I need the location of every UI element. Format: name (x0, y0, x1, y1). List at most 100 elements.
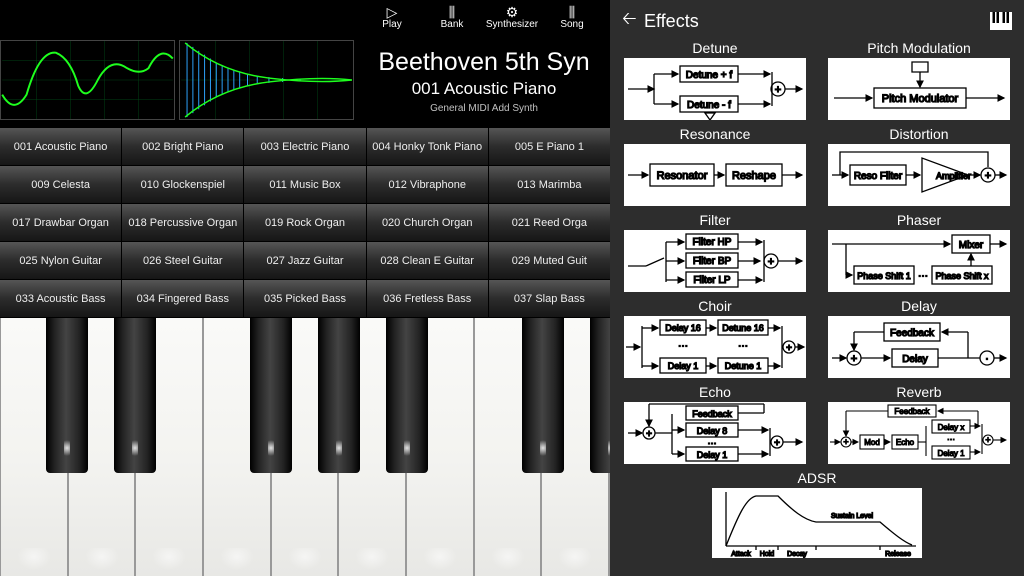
instrument-cell[interactable]: 033 Acoustic Bass (0, 280, 121, 317)
svg-text:Filter LP: Filter LP (693, 275, 731, 286)
svg-text:Amplifier: Amplifier (936, 171, 971, 181)
fx-adsr[interactable]: ADSR Attack Hold Decay Sustain Level Rel… (622, 470, 1012, 558)
fx-resonance[interactable]: Resonance Resonator Reshape (622, 126, 808, 206)
fx-pitch-modulation[interactable]: Pitch Modulation Pitch Modulator (826, 40, 1012, 120)
reverb-diagram-icon: + Mod Echo Delay x ⋯ Delay 1 + (828, 402, 1010, 464)
envelope-scope[interactable] (179, 40, 354, 120)
resonance-diagram-icon: Resonator Reshape (624, 144, 806, 206)
instrument-cell[interactable]: 035 Picked Bass (244, 280, 365, 317)
instrument-cell[interactable]: 010 Glockenspiel (122, 166, 243, 203)
svg-text:Delay 16: Delay 16 (665, 323, 701, 333)
svg-text:⋯: ⋯ (947, 435, 955, 444)
svg-text:Hold: Hold (760, 551, 775, 558)
instrument-cell[interactable]: 017 Drawbar Organ (0, 204, 121, 241)
piano-keyboard[interactable] (0, 318, 610, 576)
fx-filter[interactable]: Filter Filter HP Filter BP Filter LP (622, 212, 808, 292)
song-info: Beethoven 5th Syn 001 Acoustic Piano Gen… (358, 40, 610, 122)
instrument-cell[interactable]: 036 Fretless Bass (367, 280, 488, 317)
song-button[interactable]: ⫼ Song (542, 0, 602, 34)
fx-distortion[interactable]: Distortion Reso Filter Amplifier + (826, 126, 1012, 206)
svg-text:Attack: Attack (731, 551, 751, 558)
distortion-diagram-icon: Reso Filter Amplifier + (828, 144, 1010, 206)
black-key[interactable] (522, 318, 564, 473)
svg-text:Delay 8: Delay 8 (697, 426, 728, 436)
bank-icon: ⫼ (449, 5, 455, 19)
back-button[interactable]: 🡠 (622, 6, 644, 36)
effects-grid: Detune Detune + f Detune - f + (622, 40, 1012, 558)
svg-text:Feedback: Feedback (890, 328, 935, 339)
svg-text:Detune - f: Detune - f (687, 100, 731, 111)
black-key[interactable] (114, 318, 156, 473)
instrument-cell[interactable]: 003 Electric Piano (244, 128, 365, 165)
instrument-cell[interactable]: 002 Bright Piano (122, 128, 243, 165)
svg-text:+: + (775, 84, 781, 96)
piano-icon[interactable] (990, 12, 1012, 30)
song-title: Beethoven 5th Syn (378, 48, 589, 77)
fx-phaser[interactable]: Phaser Mixer Phase Shift 1 ⋯ Phase Shift… (826, 212, 1012, 292)
svg-text:Resonator: Resonator (657, 170, 708, 182)
bank-label: Bank (441, 19, 464, 30)
svg-text:Delay 1: Delay 1 (668, 361, 699, 371)
instrument-cell[interactable]: 034 Fingered Bass (122, 280, 243, 317)
waveform-scope[interactable] (0, 40, 175, 120)
fx-detune[interactable]: Detune Detune + f Detune - f + (622, 40, 808, 120)
svg-text:Detune 16: Detune 16 (722, 323, 764, 333)
svg-text:Sustain Level: Sustain Level (831, 513, 873, 520)
black-key[interactable] (386, 318, 428, 473)
instrument-cell[interactable]: 027 Jazz Guitar (244, 242, 365, 279)
instrument-cell[interactable]: 011 Music Box (244, 166, 365, 203)
instrument-cell[interactable]: 005 E Piano 1 (489, 128, 610, 165)
instrument-cell[interactable]: 028 Clean E Guitar (367, 242, 488, 279)
instrument-cell[interactable]: 025 Nylon Guitar (0, 242, 121, 279)
svg-text:Delay 1: Delay 1 (937, 449, 965, 458)
instrument-cell[interactable]: 029 Muted Guit (489, 242, 610, 279)
instrument-cell[interactable]: 012 Vibraphone (367, 166, 488, 203)
svg-text:Delay: Delay (902, 354, 928, 365)
svg-text:·: · (985, 353, 989, 365)
instrument-cell[interactable]: 020 Church Organ (367, 204, 488, 241)
instrument-cell[interactable]: 004 Honky Tonk Piano (367, 128, 488, 165)
svg-text:+: + (768, 256, 774, 268)
instrument-cell[interactable]: 021 Reed Orga (489, 204, 610, 241)
instrument-cell[interactable]: 013 Marimba (489, 166, 610, 203)
instrument-cell[interactable]: 009 Celesta (0, 166, 121, 203)
svg-text:Feedback: Feedback (894, 407, 930, 416)
svg-text:Detune + f: Detune + f (686, 70, 733, 81)
fx-choir[interactable]: Choir Delay 16 Detune 16 ⋯ ⋯ Delay 1 (622, 298, 808, 378)
top-toolbar: ▷ Play ⫼ Bank ⚙ Synthesizer ⫼ Song (0, 0, 610, 34)
svg-text:+: + (851, 353, 857, 365)
effects-header: 🡠 Effects (622, 6, 1012, 36)
song-label: Song (560, 19, 583, 30)
svg-text:Feedback: Feedback (692, 409, 732, 419)
instrument-cell[interactable]: 019 Rock Organ (244, 204, 365, 241)
black-key[interactable] (318, 318, 360, 473)
svg-text:Phase Shift x: Phase Shift x (935, 271, 989, 281)
fx-reverb[interactable]: Reverb + Mod Echo Delay x ⋯ Delay 1 (826, 384, 1012, 464)
bank-button[interactable]: ⫼ Bank (422, 0, 482, 34)
fx-delay[interactable]: Delay + Delay · Feedback (826, 298, 1012, 378)
svg-text:⋯: ⋯ (678, 341, 688, 352)
instrument-cell[interactable]: 037 Slap Bass (489, 280, 610, 317)
svg-text:Delay x: Delay x (938, 423, 965, 432)
svg-text:+: + (985, 170, 991, 182)
play-button[interactable]: ▷ Play (362, 0, 422, 34)
svg-text:Mod: Mod (864, 438, 880, 447)
instrument-cell[interactable]: 018 Percussive Organ (122, 204, 243, 241)
instrument-cell[interactable]: 026 Steel Guitar (122, 242, 243, 279)
svg-text:+: + (843, 437, 848, 447)
black-key[interactable] (46, 318, 88, 473)
svg-text:Phase Shift 1: Phase Shift 1 (857, 271, 911, 281)
svg-text:⋯: ⋯ (918, 271, 928, 282)
synth-button[interactable]: ⚙ Synthesizer (482, 0, 542, 34)
phaser-diagram-icon: Mixer Phase Shift 1 ⋯ Phase Shift x (828, 230, 1010, 292)
instrument-cell[interactable]: 001 Acoustic Piano (0, 128, 121, 165)
svg-text:⋯: ⋯ (738, 341, 748, 352)
black-key[interactable] (590, 318, 610, 473)
svg-text:Filter HP: Filter HP (693, 237, 732, 248)
black-key[interactable] (250, 318, 292, 473)
effects-title: Effects (644, 11, 990, 32)
svg-text:Delay 1: Delay 1 (697, 450, 728, 460)
synth-label: Synthesizer (486, 19, 538, 30)
pitchmod-diagram-icon: Pitch Modulator (828, 58, 1010, 120)
fx-echo[interactable]: Echo + Feedback Delay 8 ⋯ Delay 1 (622, 384, 808, 464)
